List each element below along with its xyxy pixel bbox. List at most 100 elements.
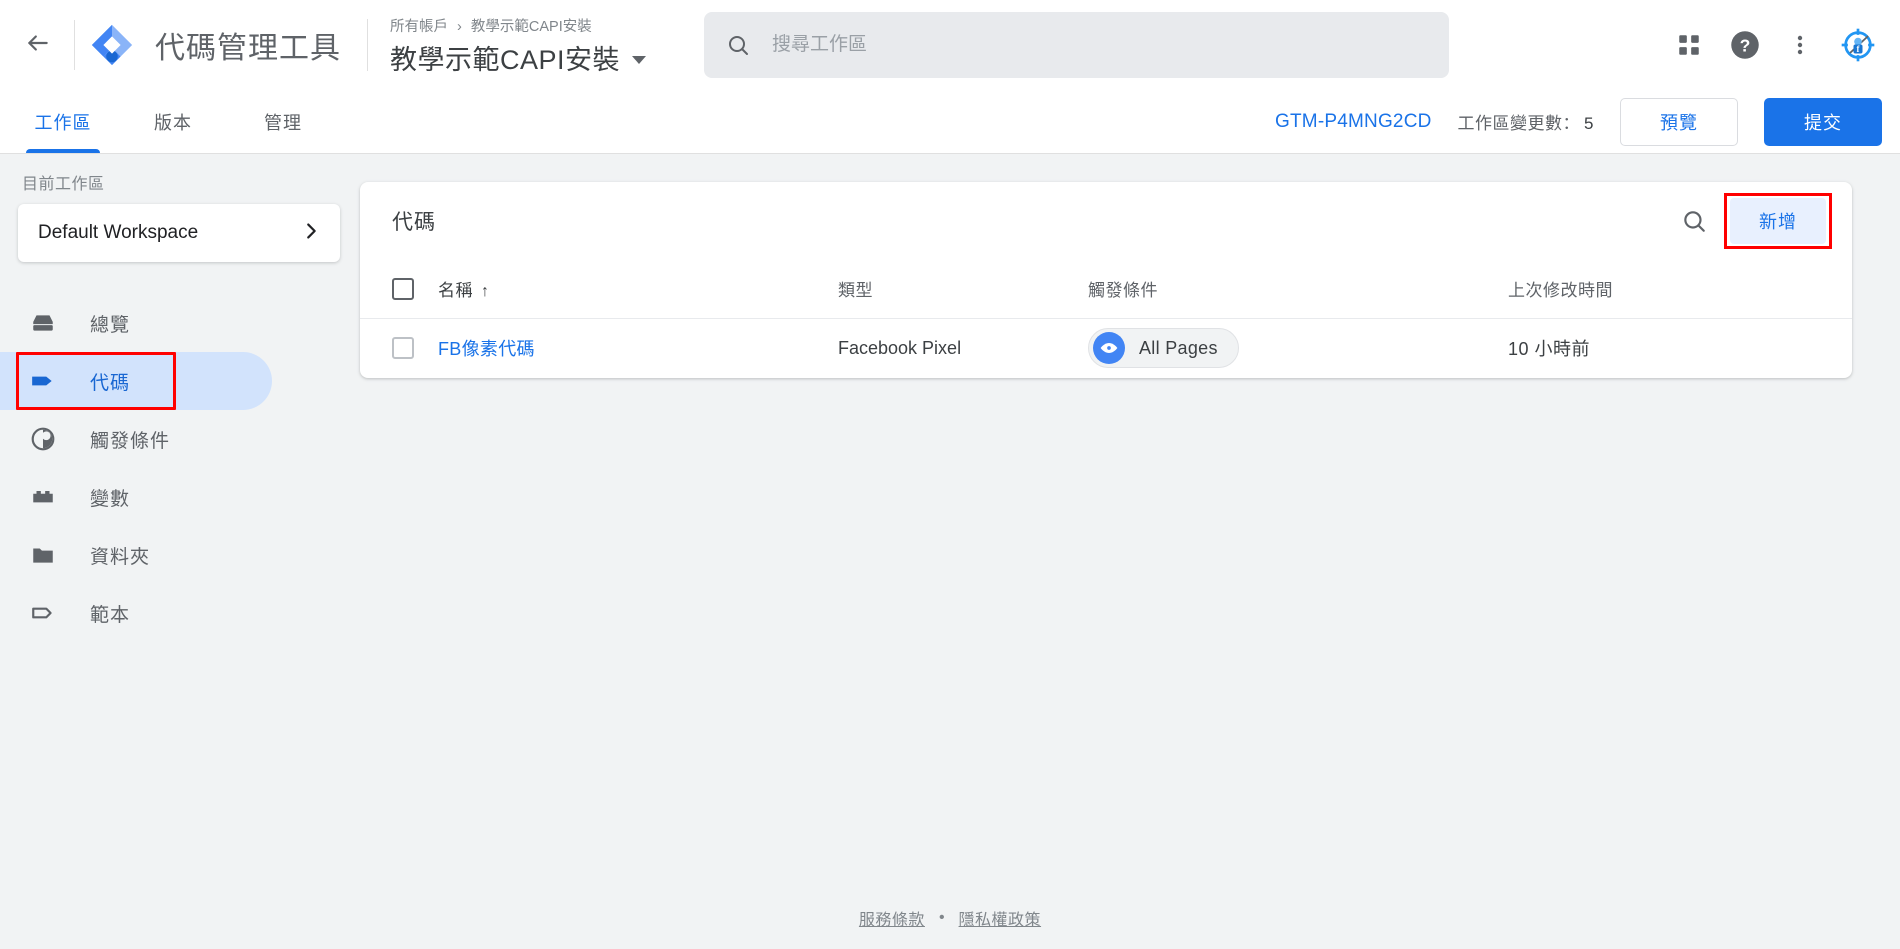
brand-block[interactable]: 代碼管理工具	[89, 22, 341, 68]
search-icon[interactable]	[1672, 199, 1716, 243]
page-body: 目前工作區 Default Workspace 總覽 代碼 觸發條件 變數 資料…	[0, 154, 1900, 949]
header-actions: ? f	[1676, 27, 1882, 63]
sidebar-item-folders-label: 資料夾	[90, 546, 151, 568]
sidebar-item-tags-label: 代碼	[90, 372, 131, 394]
breadcrumb-separator: ›	[457, 19, 462, 35]
folder-icon	[30, 542, 56, 568]
sidebar-item-triggers[interactable]: 觸發條件	[0, 410, 360, 468]
row-trigger-cell: All Pages	[1088, 318, 1508, 378]
column-header-trigger-label: 觸發條件	[1088, 281, 1158, 301]
sidebar-item-overview[interactable]: 總覽	[0, 294, 360, 352]
container-name-label: 教學示範CAPI安裝	[390, 45, 621, 75]
tab-versions[interactable]: 版本	[118, 90, 228, 153]
sidebar-item-variables[interactable]: 變數	[0, 468, 360, 526]
trigger-icon	[30, 426, 56, 452]
privacy-policy-link[interactable]: 隱私權政策	[959, 906, 1042, 930]
svg-text:?: ?	[1740, 35, 1751, 55]
header-divider	[74, 20, 75, 70]
workspace-changes-label: 工作區變更數：	[1457, 114, 1581, 133]
product-title: 代碼管理工具	[155, 32, 341, 65]
back-button[interactable]	[14, 21, 62, 69]
workspace-search-bar[interactable]	[704, 12, 1450, 78]
sidebar-nav: 總覽 代碼 觸發條件 變數 資料夾 範本	[0, 294, 360, 642]
column-header-modified[interactable]: 上次修改時間	[1508, 260, 1852, 319]
trigger-chip-label: All Pages	[1139, 337, 1218, 358]
facebook-pixel-helper-icon[interactable]: f	[1840, 27, 1876, 63]
breadcrumb-account[interactable]: 所有帳戶	[390, 19, 448, 35]
column-header-type-label: 類型	[838, 281, 873, 301]
workspace-changes-count: 5	[1584, 114, 1594, 133]
workspace-name: Default Workspace	[38, 222, 199, 243]
breadcrumb-container[interactable]: 教學示範CAPI安裝	[471, 19, 592, 35]
help-icon[interactable]: ?	[1730, 30, 1760, 60]
tab-admin[interactable]: 管理	[228, 90, 338, 153]
template-icon	[30, 600, 56, 626]
apps-grid-icon[interactable]	[1676, 32, 1702, 58]
footer-separator: •	[938, 909, 945, 926]
chevron-down-icon	[632, 56, 647, 64]
chevron-right-icon	[300, 220, 322, 247]
tags-table-header: 名稱 ↑ 類型 觸發條件 上次修改時間	[360, 260, 1852, 319]
breadcrumb: 所有帳戶 › 教學示範CAPI安裝 教學示範CAPI安裝	[390, 13, 647, 77]
tab-admin-label: 管理	[264, 112, 302, 133]
tab-list: 工作區 版本 管理	[0, 90, 338, 153]
column-header-select-all	[360, 260, 438, 319]
preview-button[interactable]: 預覽	[1620, 97, 1738, 146]
row-select-cell	[360, 318, 438, 378]
column-header-name-label: 名稱	[438, 281, 473, 301]
main-content: 代碼 新增 名稱 ↑ 類型 觸發條件 上次修改時間 FB像素代碼 Faceboo…	[360, 154, 1900, 949]
tag-name-link[interactable]: FB像素代碼	[438, 339, 535, 359]
tags-table-body: FB像素代碼 Facebook Pixel All Pages 10 小時前	[360, 318, 1852, 378]
page-title: 代碼	[392, 211, 436, 234]
primary-tabbar: 工作區 版本 管理 GTM-P4MNG2CD 工作區變更數： 5 預覽 提交	[0, 90, 1900, 154]
gtm-logo-icon	[89, 22, 135, 68]
row-type-cell: Facebook Pixel	[838, 337, 962, 358]
column-header-name[interactable]: 名稱 ↑	[438, 260, 838, 319]
tags-card: 代碼 新增 名稱 ↑ 類型 觸發條件 上次修改時間 FB像素代碼 Faceboo…	[360, 182, 1852, 378]
eye-icon	[1093, 332, 1125, 365]
search-input[interactable]	[772, 34, 1428, 56]
sidebar-item-triggers-label: 觸發條件	[90, 430, 171, 452]
submit-button[interactable]: 提交	[1764, 97, 1882, 146]
variable-icon	[30, 484, 56, 510]
tab-versions-label: 版本	[154, 112, 192, 133]
tags-card-header: 代碼 新增	[360, 182, 1852, 260]
workspace-changes-status: 工作區變更數： 5	[1458, 109, 1594, 134]
add-tag-button[interactable]: 新增	[1730, 198, 1826, 244]
tag-icon	[30, 368, 56, 394]
workspace-selector-card[interactable]: Default Workspace	[18, 204, 340, 262]
table-header-row: 名稱 ↑ 類型 觸發條件 上次修改時間	[360, 260, 1852, 319]
sort-ascending-icon: ↑	[481, 283, 490, 301]
tab-workspace-label: 工作區	[34, 112, 92, 133]
sidebar-item-templates-label: 範本	[90, 604, 131, 626]
tags-card-actions: 新增	[1672, 193, 1832, 249]
table-row[interactable]: FB像素代碼 Facebook Pixel All Pages 10 小時前	[360, 318, 1852, 378]
header-divider-2	[367, 19, 368, 71]
more-vert-icon[interactable]	[1788, 32, 1812, 58]
row-modified-cell: 10 小時前	[1508, 318, 1852, 378]
column-header-type[interactable]: 類型	[838, 260, 1088, 319]
last-modified-time: 10 小時前	[1508, 339, 1591, 360]
container-selector[interactable]: 教學示範CAPI安裝	[390, 38, 647, 77]
search-icon	[726, 33, 750, 57]
overview-icon	[30, 310, 56, 336]
sidebar-item-templates[interactable]: 範本	[0, 584, 360, 642]
select-all-checkbox[interactable]	[392, 277, 414, 300]
tab-workspace[interactable]: 工作區	[8, 90, 118, 153]
sidebar-item-folders[interactable]: 資料夾	[0, 526, 360, 584]
column-header-trigger[interactable]: 觸發條件	[1088, 260, 1508, 319]
trigger-chip[interactable]: All Pages	[1088, 328, 1239, 369]
row-checkbox[interactable]	[392, 337, 414, 360]
page-footer: 服務條款 • 隱私權政策	[0, 887, 1900, 949]
sidebar-item-variables-label: 變數	[90, 488, 131, 510]
tags-table: 名稱 ↑ 類型 觸發條件 上次修改時間 FB像素代碼 Facebook Pixe…	[360, 260, 1852, 378]
row-name-cell: FB像素代碼	[438, 318, 838, 378]
search-area	[646, 12, 1676, 78]
column-header-modified-label: 上次修改時間	[1508, 281, 1613, 301]
container-id-link[interactable]: GTM-P4MNG2CD	[1275, 111, 1432, 133]
terms-of-service-link[interactable]: 服務條款	[859, 906, 925, 930]
tabbar-right-actions: GTM-P4MNG2CD 工作區變更數： 5 預覽 提交	[1275, 90, 1900, 153]
sidebar-item-tags[interactable]: 代碼	[0, 352, 272, 410]
sidebar: 目前工作區 Default Workspace 總覽 代碼 觸發條件 變數 資料…	[0, 154, 360, 949]
arrow-left-icon	[25, 30, 51, 61]
